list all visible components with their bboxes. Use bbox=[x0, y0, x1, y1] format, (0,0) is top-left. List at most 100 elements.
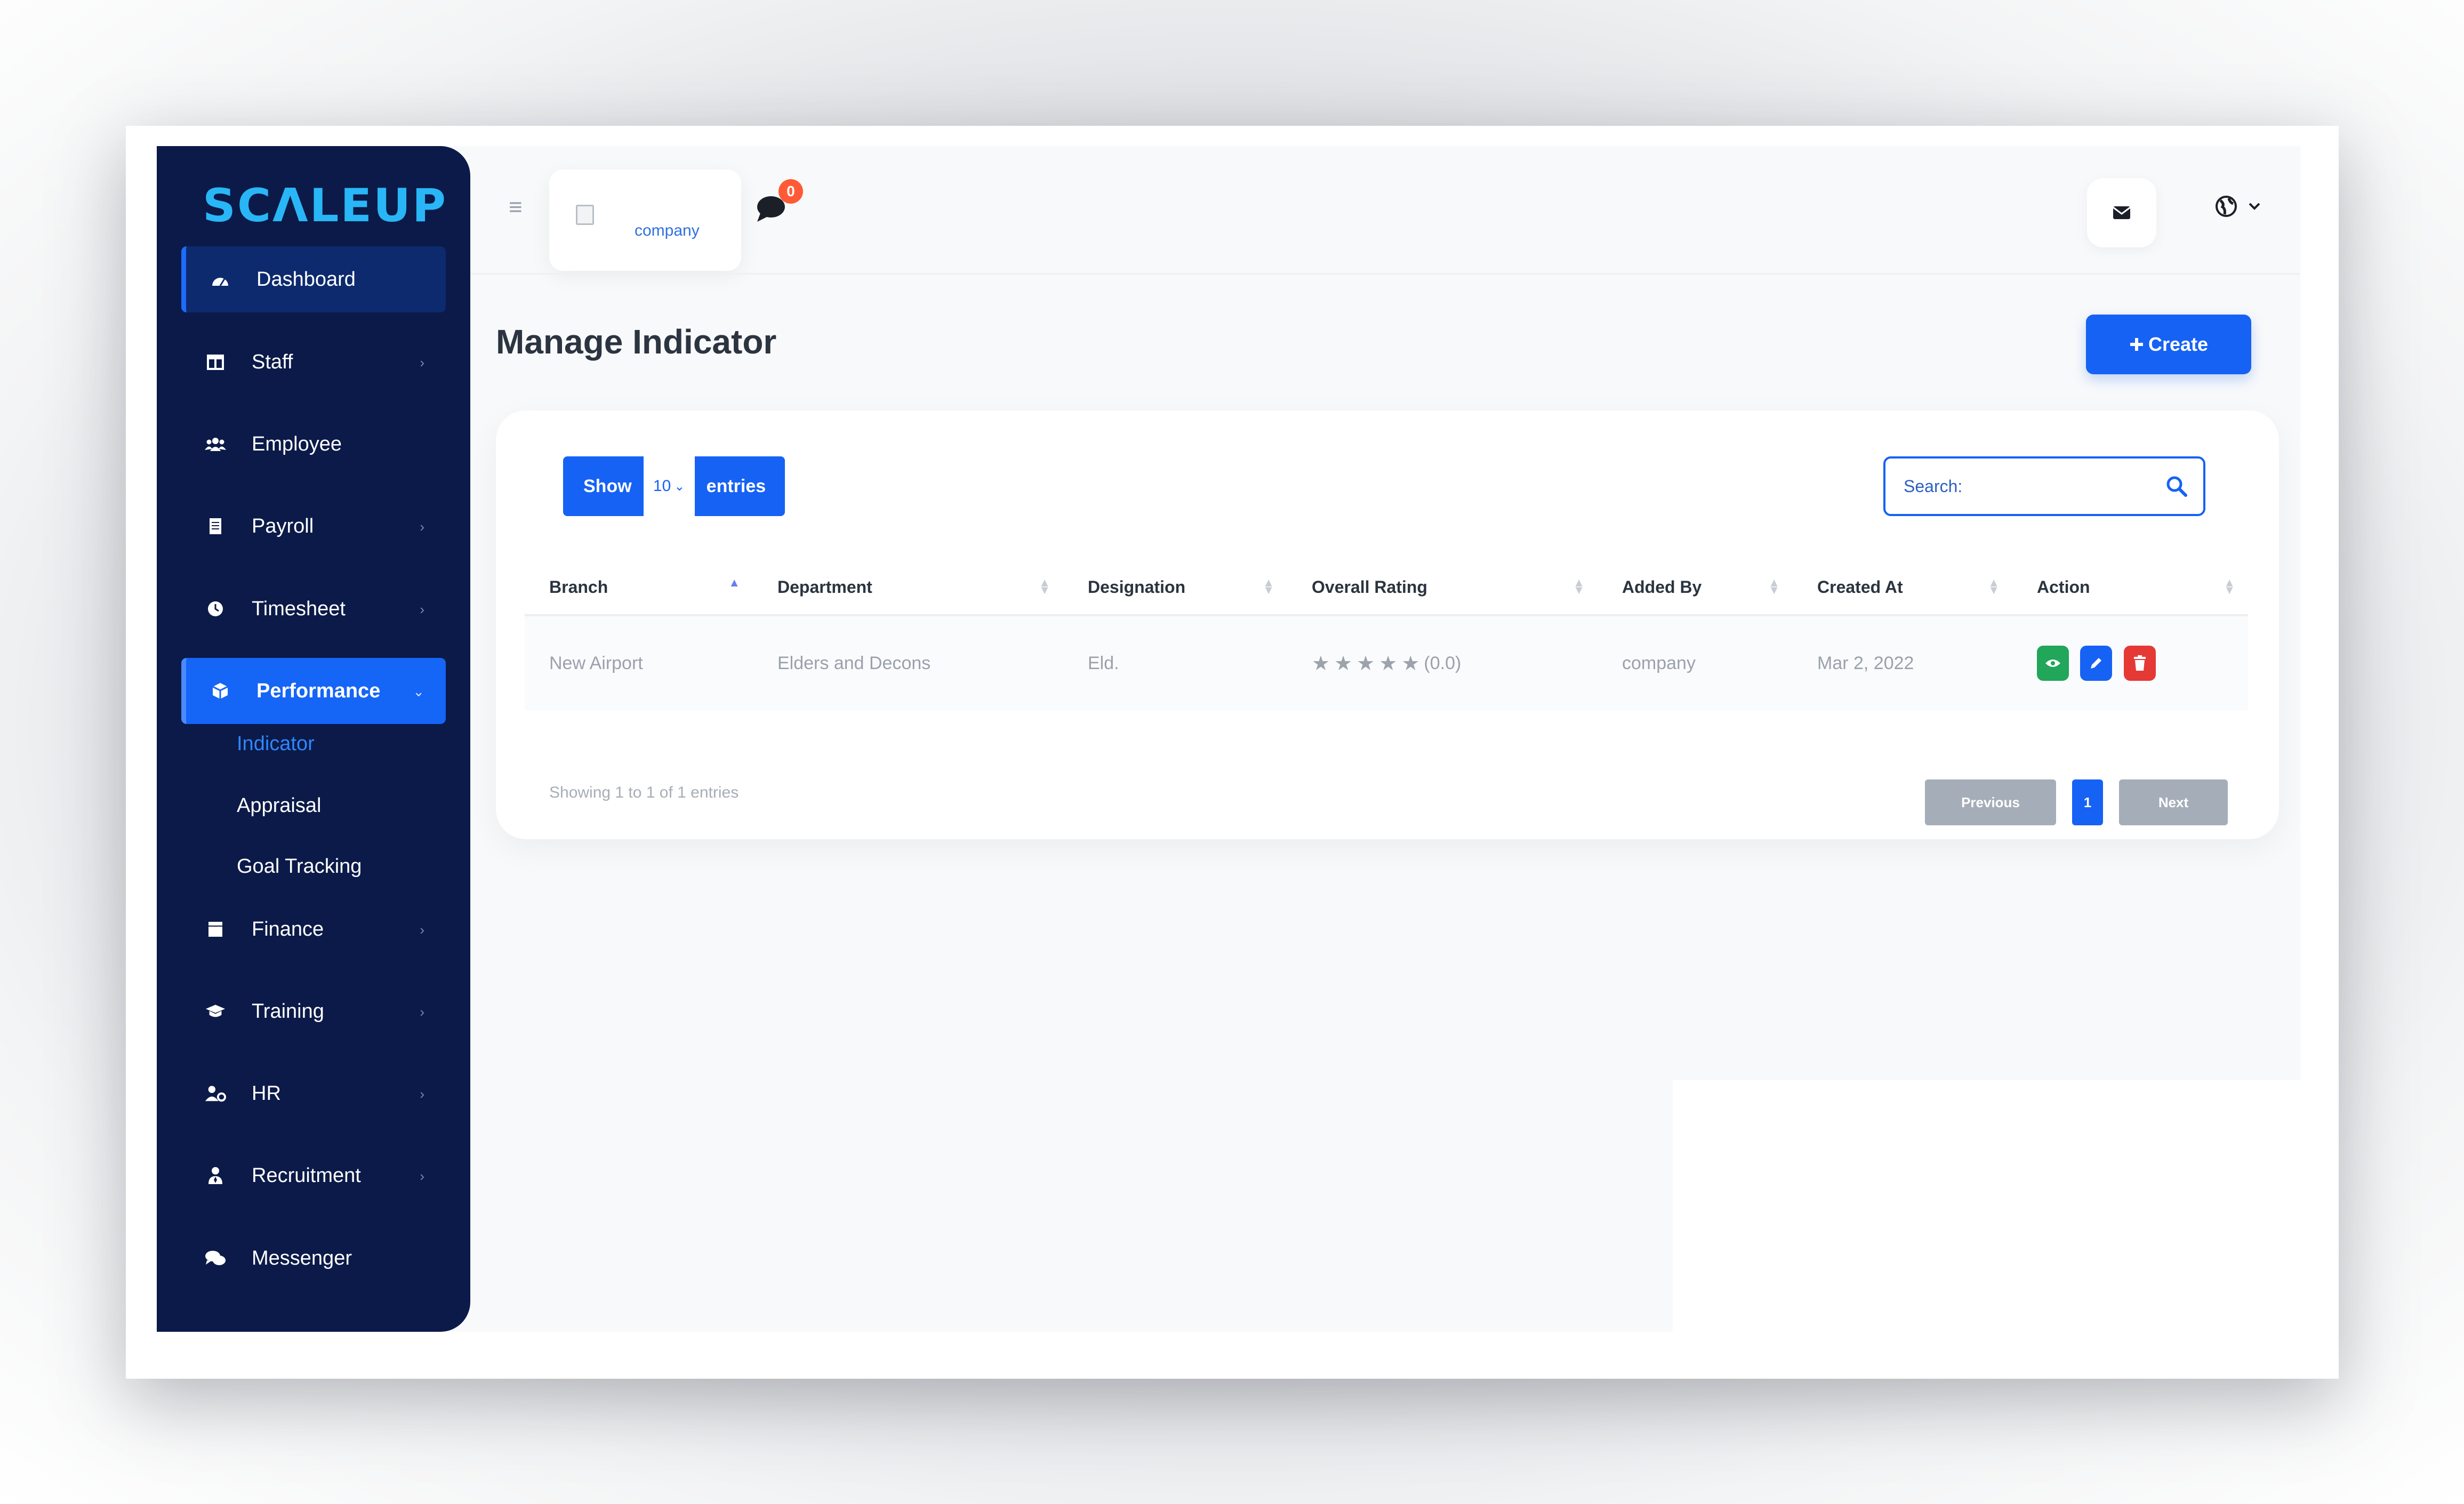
sidebar-item-messenger[interactable]: Messenger bbox=[181, 1225, 446, 1291]
screenshot-frame: SCΛLEUP Dashboard Staff › Employee Payro… bbox=[126, 126, 2339, 1379]
star-icon: ★ bbox=[1401, 652, 1420, 675]
eye-icon bbox=[2045, 659, 2060, 667]
pagination-previous-button[interactable]: Previous bbox=[1925, 779, 2056, 825]
sidebar-item-label: Employee bbox=[252, 432, 342, 455]
indicator-table: Branch ▲ Department ▲▼ Designation ▲▼ bbox=[525, 560, 2248, 710]
sidebar-item-employee[interactable]: Employee bbox=[181, 411, 446, 477]
column-header-label: Branch bbox=[549, 577, 608, 597]
gauge-icon bbox=[210, 269, 231, 290]
column-header-created-at[interactable]: Created At ▲ ▼ bbox=[1793, 560, 2012, 616]
search-box bbox=[1883, 456, 2205, 516]
sidebar-item-label: Performance bbox=[256, 679, 381, 702]
pencil-icon bbox=[2091, 658, 2102, 669]
sidebar-item-training[interactable]: Training › bbox=[181, 978, 446, 1044]
sidebar-item-label: HR bbox=[252, 1082, 281, 1105]
sidebar-item-label: Timesheet bbox=[252, 597, 346, 620]
mail-button[interactable] bbox=[2087, 178, 2156, 247]
column-header-designation[interactable]: Designation ▲ ▼ bbox=[1063, 560, 1287, 616]
column-header-branch[interactable]: Branch ▲ bbox=[525, 560, 753, 616]
column-header-label: Overall Rating bbox=[1312, 577, 1427, 597]
header-divider bbox=[470, 273, 2300, 275]
trash-icon bbox=[2133, 655, 2146, 671]
cell-added-by: company bbox=[1598, 615, 1793, 710]
sidebar-item-recruitment[interactable]: Recruitment › bbox=[181, 1143, 446, 1209]
star-icon: ★ bbox=[1357, 652, 1375, 675]
chevron-right-icon: › bbox=[420, 519, 424, 535]
menu-toggle-icon[interactable]: ≡ bbox=[509, 194, 523, 221]
table-info-text: Showing 1 to 1 of 1 entries bbox=[549, 784, 739, 801]
cell-created-at: Mar 2, 2022 bbox=[1793, 615, 2012, 710]
graduation-cap-icon bbox=[205, 1001, 226, 1022]
sidebar-subitem-goal-tracking[interactable]: Goal Tracking bbox=[237, 855, 362, 878]
sidebar-item-label: Messenger bbox=[252, 1246, 352, 1269]
company-switcher[interactable]: company bbox=[549, 170, 741, 271]
company-logo-image bbox=[576, 205, 594, 225]
pagination: Previous 1 Next bbox=[1925, 779, 2228, 825]
sidebar-item-performance[interactable]: Performance ⌄ bbox=[181, 658, 446, 724]
company-label: company bbox=[635, 222, 700, 239]
sidebar-item-dashboard[interactable]: Dashboard bbox=[181, 246, 446, 312]
entries-select-value: 10 bbox=[653, 477, 671, 495]
entries-select[interactable]: 10 ⌄ bbox=[643, 456, 695, 516]
wallet-icon bbox=[205, 919, 226, 940]
language-selector[interactable] bbox=[2215, 195, 2261, 218]
user-gear-icon bbox=[205, 1083, 226, 1104]
star-icon: ★ bbox=[1379, 652, 1398, 675]
entries-per-page-control: Show 10 ⌄ entries bbox=[563, 456, 785, 516]
app-window: SCΛLEUP Dashboard Staff › Employee Payro… bbox=[157, 146, 2300, 1332]
sidebar-subitem-indicator[interactable]: Indicator bbox=[237, 733, 315, 755]
clock-icon bbox=[205, 598, 226, 620]
column-header-overall-rating[interactable]: Overall Rating ▲ ▼ bbox=[1287, 560, 1598, 616]
chevron-right-icon: › bbox=[420, 1086, 424, 1102]
search-icon[interactable] bbox=[2166, 476, 2187, 497]
pagination-page-1[interactable]: 1 bbox=[2072, 779, 2103, 825]
entries-label: entries bbox=[706, 476, 766, 496]
pagination-next-button[interactable]: Next bbox=[2119, 779, 2228, 825]
chevron-right-icon: › bbox=[420, 1004, 424, 1020]
chevron-right-icon: › bbox=[420, 1168, 424, 1184]
sidebar-item-payroll[interactable]: Payroll › bbox=[181, 493, 446, 559]
cell-action bbox=[2012, 615, 2248, 710]
plus-icon bbox=[2130, 338, 2143, 351]
chevron-right-icon: › bbox=[420, 601, 424, 617]
calendar-icon bbox=[205, 351, 226, 373]
create-button[interactable]: Create bbox=[2086, 315, 2251, 374]
chevron-down-icon bbox=[2249, 203, 2260, 210]
column-header-label: Action bbox=[2037, 577, 2090, 597]
sidebar-item-label: Finance bbox=[252, 918, 324, 940]
create-button-label: Create bbox=[2148, 333, 2209, 355]
sidebar-item-hr[interactable]: HR › bbox=[181, 1060, 446, 1127]
globe-icon bbox=[2216, 196, 2237, 217]
column-header-action[interactable]: Action ▲ ▼ bbox=[2012, 560, 2248, 616]
show-label: Show bbox=[583, 476, 632, 496]
sidebar-item-label: Recruitment bbox=[252, 1164, 361, 1187]
sidebar-item-label: Training bbox=[252, 1000, 324, 1023]
cube-icon bbox=[210, 680, 231, 702]
table-row: New Airport Elders and Decons Eld. ★ ★ ★… bbox=[525, 615, 2248, 710]
sort-icon: ▲ ▼ bbox=[1768, 576, 1780, 597]
sidebar-subitem-appraisal[interactable]: Appraisal bbox=[237, 794, 321, 817]
column-header-label: Added By bbox=[1622, 577, 1702, 597]
view-button[interactable] bbox=[2037, 646, 2069, 681]
sort-icon: ▲ ▼ bbox=[1573, 576, 1585, 597]
search-input[interactable] bbox=[1904, 476, 2138, 496]
chevron-down-icon: ⌄ bbox=[674, 479, 685, 494]
sidebar: SCΛLEUP Dashboard Staff › Employee Payro… bbox=[157, 146, 470, 1332]
brand-logo[interactable]: SCΛLEUP bbox=[203, 179, 447, 232]
column-header-department[interactable]: Department ▲ ▼ bbox=[753, 560, 1063, 616]
column-header-added-by[interactable]: Added By ▲ ▼ bbox=[1598, 560, 1793, 616]
chevron-down-icon: ⌄ bbox=[413, 683, 424, 699]
comments-icon bbox=[205, 1248, 226, 1269]
receipt-icon bbox=[205, 516, 226, 537]
sidebar-item-label: Dashboard bbox=[256, 268, 356, 291]
column-header-label: Designation bbox=[1088, 577, 1186, 597]
cell-overall-rating: ★ ★ ★ ★ ★ (0.0) bbox=[1287, 615, 1598, 710]
indicator-table-card: Show 10 ⌄ entries Branch ▲ bbox=[496, 411, 2279, 839]
chevron-right-icon: › bbox=[420, 922, 424, 938]
sidebar-item-timesheet[interactable]: Timesheet › bbox=[181, 576, 446, 642]
sidebar-item-finance[interactable]: Finance › bbox=[181, 896, 446, 962]
edit-button[interactable] bbox=[2080, 646, 2113, 681]
delete-button[interactable] bbox=[2123, 646, 2156, 681]
sidebar-item-staff[interactable]: Staff › bbox=[181, 329, 446, 395]
sort-icon: ▲ ▼ bbox=[1263, 576, 1274, 597]
